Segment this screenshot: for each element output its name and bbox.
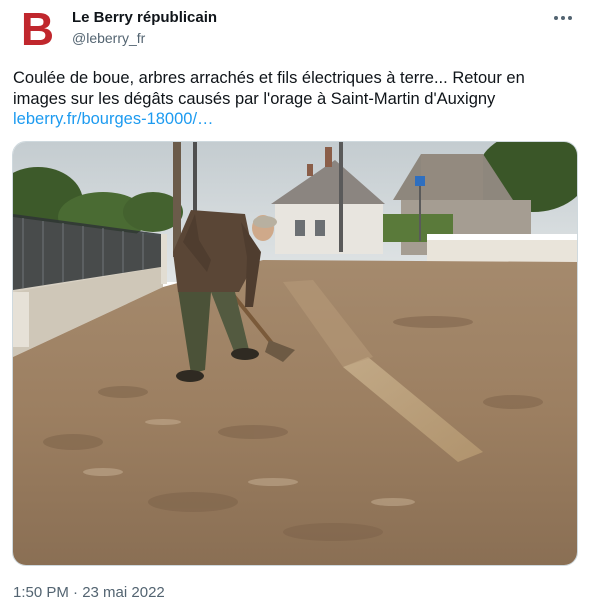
avatar[interactable]: B: [13, 5, 61, 53]
handle[interactable]: @leberry_fr: [72, 29, 217, 48]
author-info: Le Berry républicain @leberry_fr: [72, 8, 217, 48]
photo-illustration: [13, 142, 577, 565]
media-photo[interactable]: [12, 141, 578, 566]
tweet-body: Coulée de boue, arbres arrachés et fils …: [13, 69, 525, 108]
logo-letter: B: [20, 3, 54, 55]
more-horizontal-icon: [554, 16, 572, 20]
display-name[interactable]: Le Berry républicain: [72, 8, 217, 27]
tweet-text: Coulée de boue, arbres arrachés et fils …: [13, 68, 578, 130]
tweet-header: B Le Berry républicain @leberry_fr: [0, 0, 589, 60]
tweet-link[interactable]: leberry.fr/bourges-18000/…: [13, 109, 578, 130]
road-sign-icon: [415, 176, 425, 186]
more-button[interactable]: [551, 8, 575, 28]
tweet-card: B Le Berry républicain @leberry_fr Coulé…: [0, 0, 589, 608]
tweet-timestamp[interactable]: 1:50 PM · 23 mai 2022: [13, 583, 165, 602]
